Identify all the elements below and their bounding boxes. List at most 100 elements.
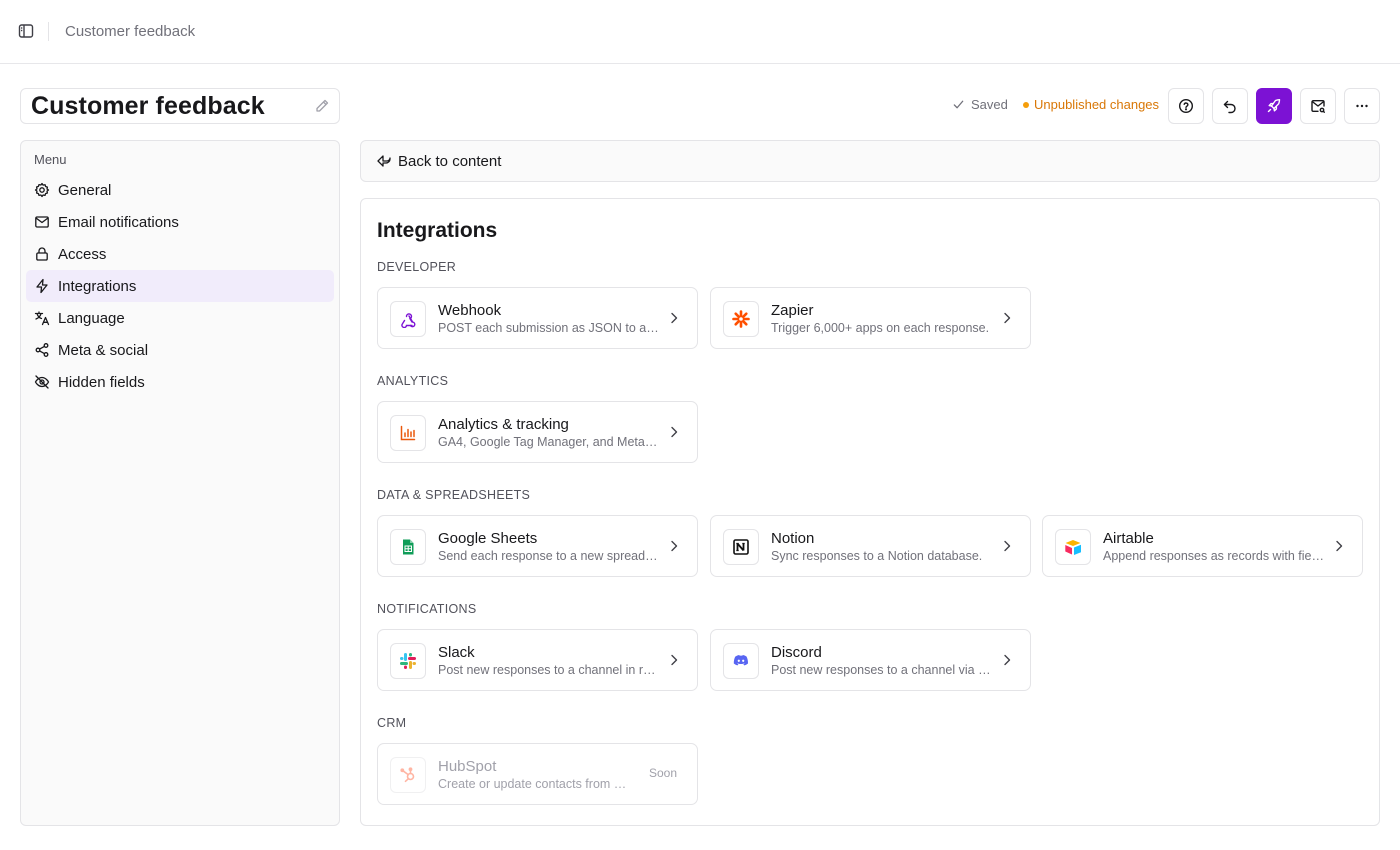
settings-sidebar: Menu General Email notifications Access … bbox=[20, 140, 340, 826]
section-label-data-spreadsheets: DATA & SPREADSHEETS bbox=[377, 488, 531, 502]
sidebar-item-meta-social[interactable]: Meta & social bbox=[26, 334, 334, 366]
gear-icon bbox=[34, 182, 50, 198]
sidebar-item-label: Hidden fields bbox=[58, 373, 145, 391]
sidebar-item-language[interactable]: Language bbox=[26, 302, 334, 334]
integration-card-zapier[interactable]: Zapier Trigger 6,000+ apps on each respo… bbox=[710, 287, 1031, 349]
lock-icon bbox=[34, 246, 50, 262]
undo-button[interactable] bbox=[1212, 88, 1248, 124]
unpublished-status: Unpublished changes bbox=[1023, 97, 1159, 112]
section-title: Integrations bbox=[377, 219, 498, 242]
integration-name: Airtable bbox=[1103, 530, 1154, 547]
publish-button[interactable] bbox=[1256, 88, 1292, 124]
integration-card-analytics[interactable]: Analytics & tracking GA4, Google Tag Man… bbox=[377, 401, 698, 463]
breadcrumb[interactable]: Customer feedback bbox=[65, 23, 195, 40]
form-title-field[interactable]: Customer feedback bbox=[20, 88, 340, 124]
integration-name: Webhook bbox=[438, 302, 502, 319]
sidebar-item-hidden-fields[interactable]: Hidden fields bbox=[26, 366, 334, 398]
integration-name: HubSpot bbox=[438, 758, 497, 775]
more-options-button[interactable] bbox=[1344, 88, 1380, 124]
integration-card-airtable[interactable]: Airtable Append responses as records wit… bbox=[1042, 515, 1363, 577]
webhook-icon bbox=[390, 301, 426, 337]
translate-icon bbox=[34, 310, 50, 326]
sidebar-item-general[interactable]: General bbox=[26, 174, 334, 206]
status-dot-icon bbox=[1023, 101, 1029, 108]
google-sheets-icon bbox=[390, 529, 426, 565]
chevron-right-icon bbox=[671, 312, 678, 324]
rocket-icon bbox=[1267, 99, 1281, 113]
chevron-right-icon bbox=[671, 654, 678, 666]
chevron-right-icon bbox=[1004, 654, 1011, 666]
section-label-analytics: ANALYTICS bbox=[377, 374, 449, 388]
integration-description: Create or update contacts from responses… bbox=[438, 777, 628, 791]
share-email-button[interactable] bbox=[1300, 88, 1336, 124]
ellipsis-icon bbox=[1356, 104, 1368, 108]
help-button[interactable] bbox=[1168, 88, 1204, 124]
sidebar-item-label: Access bbox=[58, 245, 107, 263]
share-icon bbox=[34, 342, 50, 358]
sidebar-item-label: Language bbox=[58, 309, 125, 327]
integration-description: GA4, Google Tag Manager, and Meta Pixel. bbox=[438, 435, 660, 449]
bar-chart-icon bbox=[390, 415, 426, 451]
sidebar-toggle-icon[interactable] bbox=[17, 22, 35, 40]
top-bar: Customer feedback bbox=[0, 0, 1400, 64]
mail-icon bbox=[34, 214, 50, 230]
section-label-notifications: NOTIFICATIONS bbox=[377, 602, 477, 616]
soon-badge: Soon bbox=[648, 766, 677, 780]
check-icon bbox=[953, 100, 964, 109]
pencil-icon[interactable] bbox=[314, 98, 330, 114]
sidebar-item-integrations[interactable]: Integrations bbox=[26, 270, 334, 302]
chevron-right-icon bbox=[671, 426, 678, 438]
mail-search-icon bbox=[1311, 100, 1325, 113]
integration-name: Discord bbox=[771, 644, 822, 661]
back-label: Back to content bbox=[398, 152, 502, 170]
integration-card-webhook[interactable]: Webhook POST each submission as JSON to … bbox=[377, 287, 698, 349]
integration-description: Sync responses to a Notion database. bbox=[771, 549, 983, 563]
saved-status: Saved bbox=[952, 97, 1008, 112]
integration-description: Send each response to a new spreadsheet … bbox=[438, 549, 660, 563]
chevron-right-icon bbox=[671, 540, 678, 552]
integration-name: Notion bbox=[771, 530, 815, 547]
chevron-right-icon bbox=[1004, 312, 1011, 324]
integrations-panel: Integrations DEVELOPER Webhook POST each… bbox=[360, 198, 1380, 826]
breadcrumb-divider bbox=[48, 22, 49, 41]
sidebar-item-email-notifications[interactable]: Email notifications bbox=[26, 206, 334, 238]
integration-description: Append responses as records with field m… bbox=[1103, 549, 1325, 563]
sidebar-item-label: Email notifications bbox=[58, 213, 179, 231]
undo-icon bbox=[1223, 100, 1236, 114]
section-label-developer: DEVELOPER bbox=[377, 260, 457, 274]
sidebar-item-label: Integrations bbox=[58, 277, 137, 295]
menu-label: Menu bbox=[34, 152, 67, 167]
integration-card-notion[interactable]: Notion Sync responses to a Notion databa… bbox=[710, 515, 1031, 577]
integration-name: Slack bbox=[438, 644, 475, 661]
integration-description: Trigger 6,000+ apps on each response. bbox=[771, 321, 990, 335]
notion-icon bbox=[723, 529, 759, 565]
integration-card-slack[interactable]: Slack Post new responses to a channel in… bbox=[377, 629, 698, 691]
integration-name: Zapier bbox=[771, 302, 814, 319]
integration-description: Post new responses to a channel in real … bbox=[438, 663, 660, 677]
integration-description: POST each submission as JSON to any URL. bbox=[438, 321, 660, 335]
airtable-icon bbox=[1055, 529, 1091, 565]
unpublished-label: Unpublished changes bbox=[1034, 97, 1160, 112]
arrow-back-icon bbox=[377, 155, 391, 167]
integration-card-hubspot: HubSpot Create or update contacts from r… bbox=[377, 743, 698, 805]
back-to-content-button[interactable]: Back to content bbox=[360, 140, 1380, 182]
lightning-icon bbox=[34, 278, 50, 294]
sidebar-item-access[interactable]: Access bbox=[26, 238, 334, 270]
saved-label: Saved bbox=[971, 97, 1008, 112]
integration-name: Analytics & tracking bbox=[438, 416, 569, 433]
hubspot-icon bbox=[390, 757, 426, 793]
section-label-crm: CRM bbox=[377, 716, 407, 730]
chevron-right-icon bbox=[1004, 540, 1011, 552]
eye-off-icon bbox=[34, 374, 50, 390]
discord-icon bbox=[723, 643, 759, 679]
slack-icon bbox=[390, 643, 426, 679]
integration-description: Post new responses to a channel via a we… bbox=[771, 663, 993, 677]
integration-name: Google Sheets bbox=[438, 530, 538, 547]
help-icon bbox=[1178, 98, 1194, 114]
page-title: Customer feedback bbox=[31, 91, 265, 120]
sidebar-item-label: General bbox=[58, 181, 112, 199]
integration-card-google-sheets[interactable]: Google Sheets Send each response to a ne… bbox=[377, 515, 698, 577]
zapier-icon bbox=[723, 301, 759, 337]
integration-card-discord[interactable]: Discord Post new responses to a channel … bbox=[710, 629, 1031, 691]
sidebar-item-label: Meta & social bbox=[58, 341, 149, 359]
